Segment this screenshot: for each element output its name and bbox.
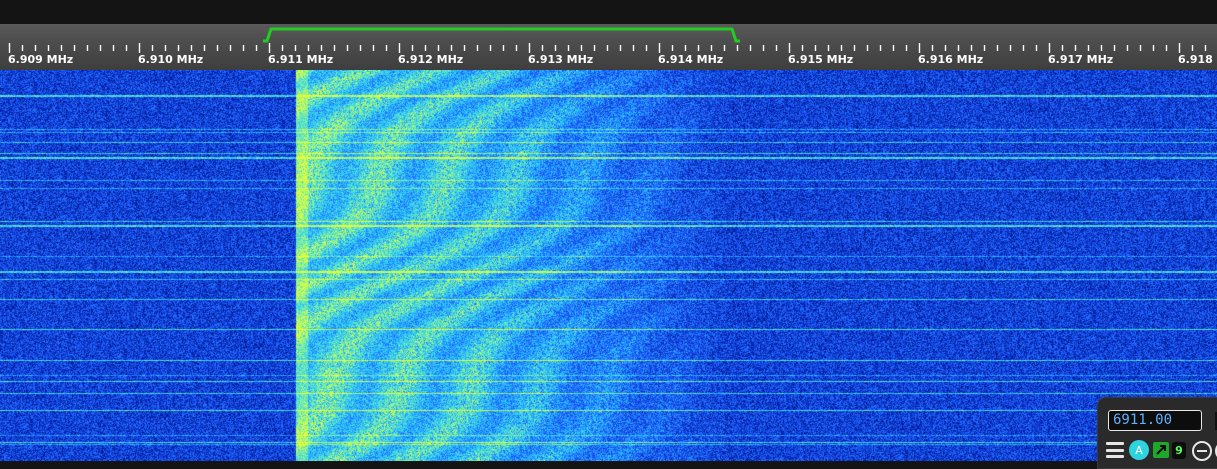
top-bar bbox=[0, 0, 1217, 24]
squelch-icon bbox=[1156, 445, 1166, 455]
scale-label: 6.909 MHz bbox=[8, 53, 74, 66]
scale-label: 6.915 MHz bbox=[788, 53, 854, 66]
scale-label: 6.913 MHz bbox=[528, 53, 594, 66]
agc-label: A bbox=[1135, 443, 1143, 457]
scale-label: 6.916 MHz bbox=[918, 53, 984, 66]
zoom-out-button[interactable] bbox=[1192, 441, 1212, 461]
scale-label: 6.914 MHz bbox=[658, 53, 724, 66]
agc-button[interactable]: A bbox=[1129, 440, 1149, 460]
scale-label: 6.918 MHz bbox=[1178, 53, 1217, 66]
scale-label: 6.911 MHz bbox=[268, 53, 334, 66]
waterfall-display[interactable] bbox=[0, 70, 1217, 461]
scale-label: 6.912 MHz bbox=[398, 53, 464, 66]
scale-label: 6.917 MHz bbox=[1048, 53, 1114, 66]
scale-label: 6.910 MHz bbox=[138, 53, 204, 66]
control-panel: A 9 bbox=[1097, 397, 1217, 469]
zoom-out-icon bbox=[1197, 450, 1207, 452]
frequency-scale[interactable]: 6.909 MHz 6.910 MHz 6.911 MHz 6.912 MHz 6.91… bbox=[0, 24, 1217, 70]
frequency-input[interactable] bbox=[1108, 410, 1202, 431]
squelch-button[interactable] bbox=[1153, 442, 1169, 458]
squelch-level: 9 bbox=[1172, 442, 1186, 459]
menu-icon[interactable] bbox=[1106, 442, 1124, 458]
